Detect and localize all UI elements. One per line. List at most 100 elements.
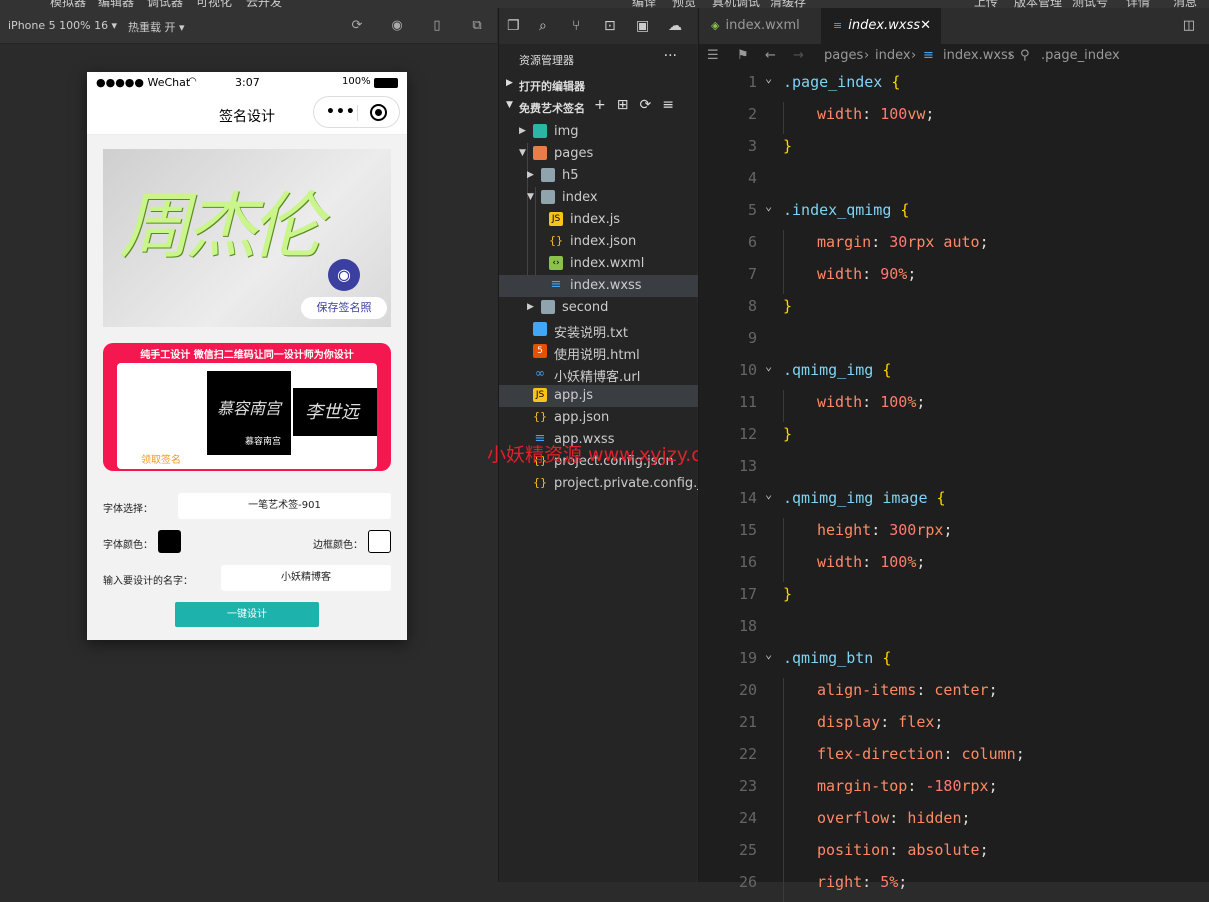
- explorer-tools[interactable]: +⊞⟳≡: [594, 97, 685, 113]
- font-select[interactable]: 一笔艺术签-901: [178, 493, 391, 519]
- menu-messages[interactable]: 消息: [1173, 0, 1197, 8]
- tree-folder-h5[interactable]: ▶ h5: [499, 165, 698, 187]
- code-line[interactable]: 18: [699, 614, 1209, 646]
- code-line[interactable]: 11 width: 100%;: [699, 390, 1209, 422]
- code-line[interactable]: 15 height: 300rpx;: [699, 518, 1209, 550]
- project-section[interactable]: ▼ 免费艺术签名 +⊞⟳≡: [499, 96, 697, 118]
- menu-visual[interactable]: 可视化: [196, 0, 232, 8]
- search-icon[interactable]: ⌕: [539, 18, 547, 34]
- code-line[interactable]: 16 width: 100%;: [699, 550, 1209, 582]
- stop-icon[interactable]: ◉: [390, 19, 404, 33]
- menu-version[interactable]: 版本管理: [1014, 0, 1062, 8]
- fold-chevron-icon[interactable]: ⌄: [765, 359, 772, 373]
- phone-icon[interactable]: ▯: [430, 19, 444, 33]
- code-line[interactable]: 25 position: absolute;: [699, 838, 1209, 870]
- tree-file-install-txt[interactable]: 安装说明.txt: [499, 319, 698, 341]
- tree-file-index-wxml[interactable]: ‹› index.wxml: [499, 253, 698, 275]
- docker-icon[interactable]: ☁: [668, 18, 682, 34]
- code-line[interactable]: 19 ⌄ .qmimg_btn {: [699, 646, 1209, 678]
- menu-compile[interactable]: 编译: [632, 0, 656, 8]
- device-select[interactable]: iPhone 5 100% 16 ▾: [8, 19, 117, 32]
- menu-cloud[interactable]: 云开发: [246, 0, 282, 8]
- bookmark-icon[interactable]: ⚑: [737, 48, 749, 63]
- save-photo-button[interactable]: 保存签名照: [301, 297, 387, 319]
- list-icon[interactable]: ☰: [707, 48, 719, 63]
- menu-device-debug[interactable]: 真机调试: [712, 0, 760, 8]
- code-line[interactable]: 14 ⌄ .qmimg_img image {: [699, 486, 1209, 518]
- tree-file-index-json[interactable]: {} index.json: [499, 231, 698, 253]
- tree-folder-index[interactable]: ▼ index: [499, 187, 698, 209]
- design-button[interactable]: 一键设计: [175, 602, 319, 627]
- detach-window-icon[interactable]: ⧉: [470, 19, 484, 33]
- menu-preview[interactable]: 预览: [672, 0, 696, 8]
- tree-file-index-js[interactable]: JS index.js: [499, 209, 698, 231]
- tree-folder-pages[interactable]: ▼ pages: [499, 143, 698, 165]
- code-line[interactable]: 22 flex-direction: column;: [699, 742, 1209, 774]
- breadcrumb-pages[interactable]: pages: [824, 48, 863, 63]
- tree-file-usage-html[interactable]: 5 使用说明.html: [499, 341, 698, 363]
- code-line[interactable]: 5 ⌄ .index_qmimg {: [699, 198, 1209, 230]
- tree-file-index-wxss[interactable]: ≡ index.wxss: [499, 275, 698, 297]
- hot-reload-toggle[interactable]: 热重载 开 ▾: [128, 19, 185, 35]
- code-line[interactable]: 10 ⌄ .qmimg_img {: [699, 358, 1209, 390]
- code-line[interactable]: 8}: [699, 294, 1209, 326]
- code-line[interactable]: 20 align-items: center;: [699, 678, 1209, 710]
- font-color-swatch[interactable]: [158, 530, 181, 553]
- breadcrumb-symbol[interactable]: .page_index: [1041, 48, 1120, 63]
- code-line[interactable]: 26 right: 5%;: [699, 870, 1209, 902]
- fold-chevron-icon[interactable]: ⌄: [765, 487, 772, 501]
- code-line[interactable]: 24 overflow: hidden;: [699, 806, 1209, 838]
- border-color-swatch[interactable]: [368, 530, 391, 553]
- menu-upload[interactable]: 上传: [974, 0, 998, 8]
- open-editors-section[interactable]: ▶ 打开的编辑器: [499, 74, 697, 96]
- forward-arrow-icon[interactable]: →: [793, 48, 804, 63]
- menu-debugger[interactable]: 调试器: [147, 0, 183, 8]
- close-icon[interactable]: ✕: [920, 8, 931, 44]
- tree-folder-second[interactable]: ▶ second: [499, 297, 698, 319]
- code-line[interactable]: 13: [699, 454, 1209, 486]
- tree-file-blog-url[interactable]: ∞ 小妖精博客.url: [499, 363, 698, 385]
- promo-card[interactable]: 纯手工设计 微信扫二维码让同一设计师为你设计 慕容南宫 慕容南宫 李世远 领取签…: [103, 343, 391, 471]
- more-icon[interactable]: •••: [326, 104, 356, 120]
- tree-file-project-private-config[interactable]: {} project.private.config.js...: [499, 473, 720, 495]
- tab-index-wxml[interactable]: ◈ index.wxml: [699, 8, 819, 44]
- code-line[interactable]: 3}: [699, 134, 1209, 166]
- extensions-icon[interactable]: ▣: [636, 18, 649, 34]
- camera-icon[interactable]: ◉: [328, 259, 360, 291]
- menu-simulator[interactable]: 模拟器: [50, 0, 86, 8]
- code-line[interactable]: 23 margin-top: -180rpx;: [699, 774, 1209, 806]
- fold-chevron-icon[interactable]: ⌄: [765, 647, 772, 661]
- fold-chevron-icon[interactable]: ⌄: [765, 71, 772, 85]
- refresh-icon[interactable]: ⟳: [350, 19, 364, 33]
- split-editor-icon[interactable]: ◫: [1183, 18, 1195, 33]
- more-actions-icon[interactable]: ···: [664, 48, 677, 64]
- capsule-menu[interactable]: •••: [313, 96, 400, 128]
- menu-editor[interactable]: 编辑器: [98, 0, 134, 8]
- back-arrow-icon[interactable]: ←: [765, 48, 776, 63]
- tree-file-app-js[interactable]: JS app.js: [499, 385, 698, 407]
- source-control-icon[interactable]: ⑂: [572, 18, 580, 34]
- code-line[interactable]: 17}: [699, 582, 1209, 614]
- debug-icon[interactable]: ⊡: [604, 18, 616, 34]
- menu-test-account[interactable]: 测试号: [1072, 0, 1108, 8]
- fold-chevron-icon[interactable]: ⌄: [765, 199, 772, 213]
- code-line[interactable]: 2 width: 100vw;: [699, 102, 1209, 134]
- menu-clear-cache[interactable]: 清缓存: [770, 0, 806, 8]
- code-line[interactable]: 21 display: flex;: [699, 710, 1209, 742]
- code-line[interactable]: 6 margin: 30rpx auto;: [699, 230, 1209, 262]
- code-line[interactable]: 12}: [699, 422, 1209, 454]
- code-line[interactable]: 1 ⌄ .page_index {: [699, 70, 1209, 102]
- code-line[interactable]: 9: [699, 326, 1209, 358]
- close-mini-program-icon[interactable]: [370, 104, 387, 121]
- name-input[interactable]: 小妖精博客: [221, 565, 391, 591]
- tree-folder-img[interactable]: ▶ img: [499, 121, 698, 143]
- files-icon[interactable]: ❐: [507, 18, 520, 34]
- code-line[interactable]: 7 width: 90%;: [699, 262, 1209, 294]
- claim-signature-link[interactable]: 领取签名: [141, 451, 181, 466]
- breadcrumb-index[interactable]: index: [875, 48, 911, 63]
- tree-file-app-json[interactable]: {} app.json: [499, 407, 698, 429]
- tab-index-wxss[interactable]: ≡ index.wxss ✕: [821, 8, 941, 44]
- menu-details[interactable]: 详情: [1126, 0, 1150, 8]
- breadcrumb-file[interactable]: index.wxss: [943, 48, 1015, 63]
- code-line[interactable]: 4: [699, 166, 1209, 198]
